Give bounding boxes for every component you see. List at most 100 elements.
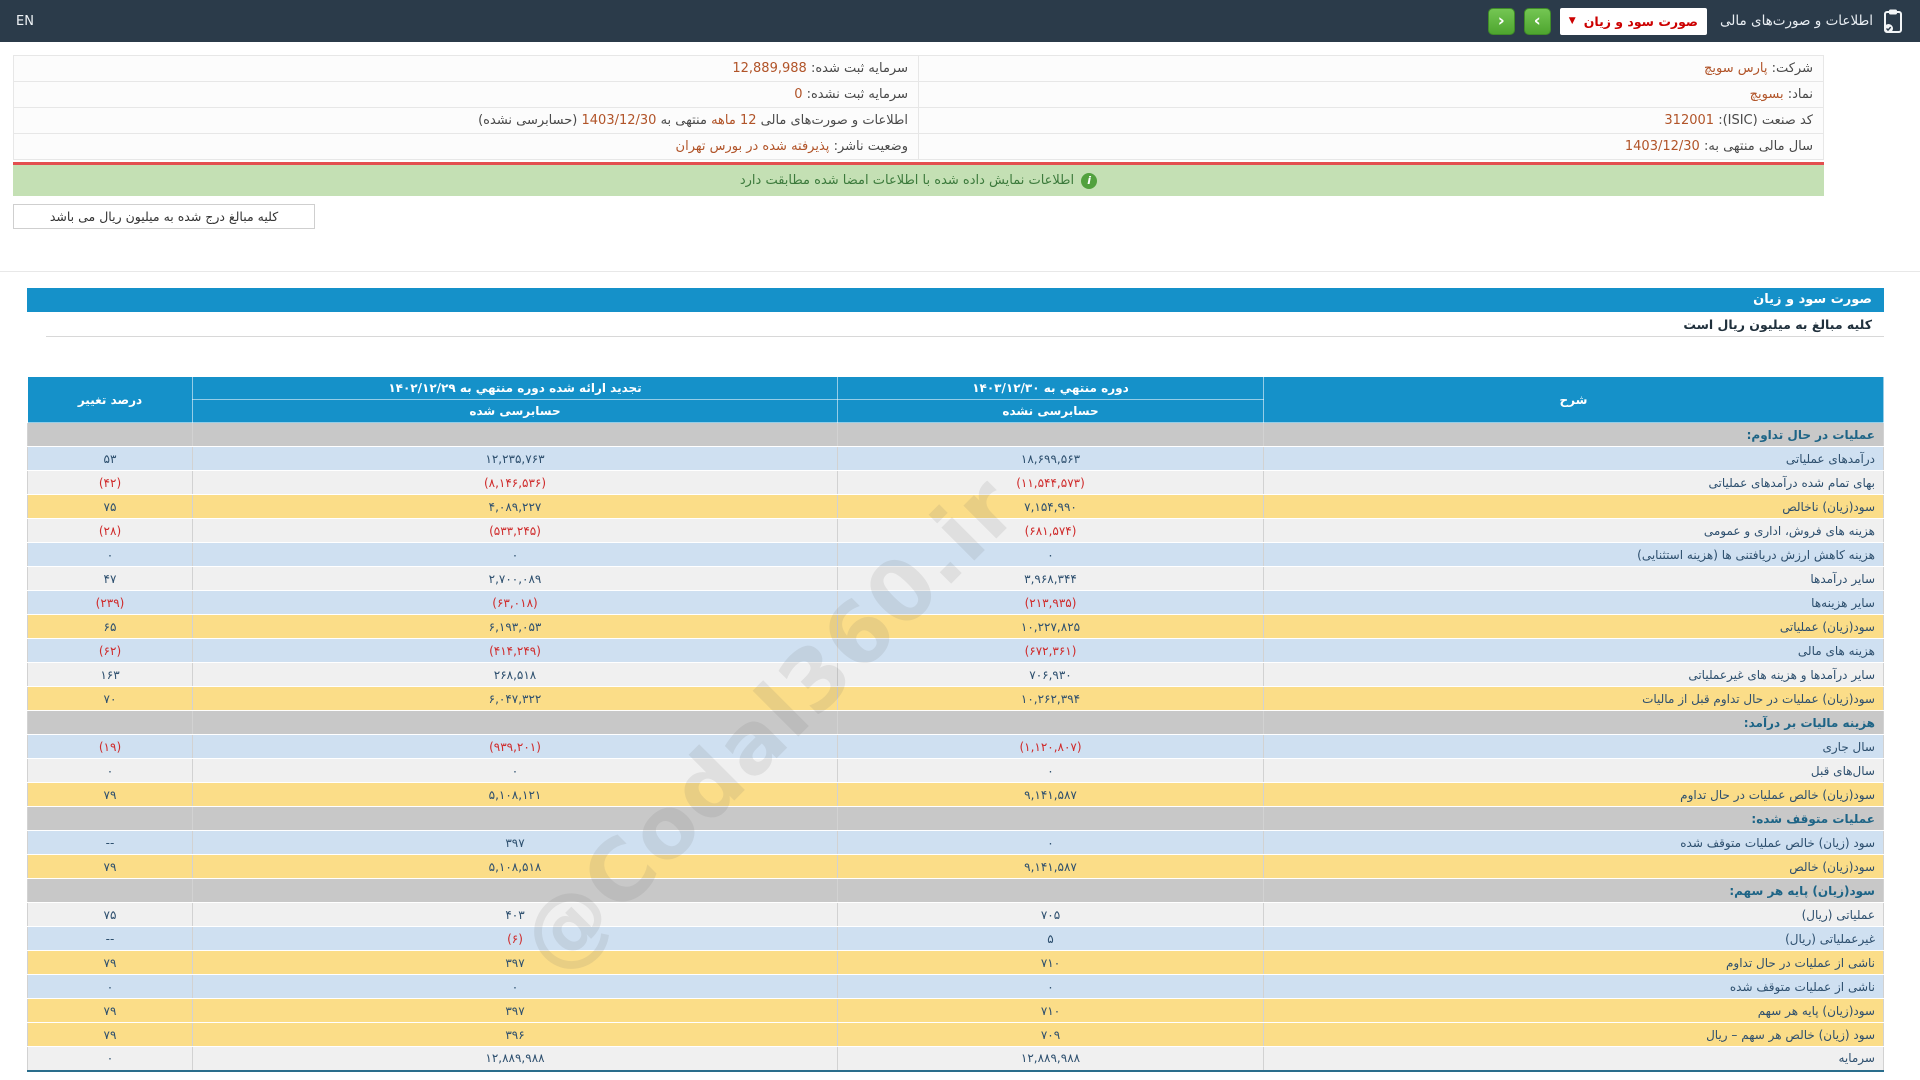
- info-value: 0: [794, 87, 802, 102]
- cell-prior-value: ۴,۰۸۹,۲۲۷: [193, 495, 838, 519]
- table-row: ناشی از عملیات در حال تداوم۷۱۰۳۹۷۷۹: [28, 951, 1884, 975]
- cell-change-percent: ۰: [28, 759, 193, 783]
- signature-notice-text: اطلاعات نمایش داده شده با اطلاعات امضا ش…: [740, 173, 1074, 188]
- table-row: سود (زیان) خالص هر سهم – ریال۷۰۹۳۹۶۷۹: [28, 1023, 1884, 1047]
- company-info-cell: وضعیت ناشر: پذیرفته شده در بورس تهران: [14, 134, 919, 160]
- cell-current-value: (۶۸۱,۵۷۴): [838, 519, 1264, 543]
- cell-change-percent: [28, 423, 193, 447]
- cell-current-value: ۰: [838, 543, 1264, 567]
- prev-statement-button[interactable]: ‹: [1488, 8, 1515, 35]
- cell-change-percent: ۰: [28, 1047, 193, 1071]
- header-prior-status: حسابرسی شده: [193, 400, 838, 423]
- info-label: (حسابرسی نشده): [478, 113, 577, 128]
- cell-change-percent: (۶۲): [28, 639, 193, 663]
- cell-desc: عملیات در حال تداوم:: [1264, 423, 1884, 447]
- info-label: نماد:: [1788, 87, 1813, 102]
- company-info-row: نماد: بسویچسرمایه ثبت نشده: 0: [14, 82, 1824, 108]
- header-current-status: حسابرسی نشده: [838, 400, 1264, 423]
- info-value: بسویچ: [1750, 87, 1784, 102]
- cell-change-percent: [28, 879, 193, 903]
- company-info-row: شرکت: پارس سویچسرمایه ثبت شده: 12,889,98…: [14, 56, 1824, 82]
- cell-change-percent: ۰: [28, 543, 193, 567]
- table-row: سود(زیان) پایه هر سهم۷۱۰۳۹۷۷۹: [28, 999, 1884, 1023]
- info-label: کد صنعت (ISIC):: [1718, 113, 1813, 128]
- info-label: سرمایه ثبت شده:: [811, 61, 908, 76]
- cell-prior-value: ۲,۷۰۰,۰۸۹: [193, 567, 838, 591]
- info-value: 12,889,988: [732, 61, 806, 76]
- cell-current-value: ۷۱۰: [838, 999, 1264, 1023]
- cell-current-value: (۲۱۳,۹۳۵): [838, 591, 1264, 615]
- cell-change-percent: ۷۰: [28, 687, 193, 711]
- cell-change-percent: ۷۹: [28, 783, 193, 807]
- company-info-row: سال مالی منتهی به: 1403/12/30وضعیت ناشر:…: [14, 134, 1824, 160]
- cell-current-value: ۹,۱۴۱,۵۸۷: [838, 855, 1264, 879]
- info-value: 312001: [1664, 113, 1714, 128]
- cell-desc: هزینه مالیات بر درآمد:: [1264, 711, 1884, 735]
- cell-change-percent: ۴۷: [28, 567, 193, 591]
- cell-change-percent: ۷۹: [28, 999, 193, 1023]
- next-statement-button[interactable]: ›: [1524, 8, 1551, 35]
- table-row: سایر درآمدها و هزینه های غیرعملیاتی۷۰۶,۹…: [28, 663, 1884, 687]
- info-label: اطلاعات و صورت‌های مالی: [761, 113, 908, 128]
- cell-desc: سود(زیان) خالص عملیات در حال تداوم: [1264, 783, 1884, 807]
- table-row: هزینه های مالی(۶۷۲,۳۶۱)(۴۱۴,۲۴۹)(۶۲): [28, 639, 1884, 663]
- table-row: هزینه های فروش، اداری و عمومی(۶۸۱,۵۷۴)(۵…: [28, 519, 1884, 543]
- cell-prior-value: [193, 879, 838, 903]
- cell-change-percent: [28, 711, 193, 735]
- cell-current-value: ۱۸,۶۹۹,۵۶۳: [838, 447, 1264, 471]
- cell-current-value: (۱,۱۲۰,۸۰۷): [838, 735, 1264, 759]
- cell-desc: سایر هزینه‌ها: [1264, 591, 1884, 615]
- company-info-cell: کد صنعت (ISIC): 312001: [919, 108, 1824, 134]
- cell-change-percent: ۰: [28, 975, 193, 999]
- cell-desc: سرمایه: [1264, 1047, 1884, 1071]
- cell-desc: سود (زیان) خالص هر سهم – ریال: [1264, 1023, 1884, 1047]
- statement-type-dropdown[interactable]: صورت سود و زیان ▼: [1560, 8, 1707, 35]
- cell-prior-value: [193, 423, 838, 447]
- cell-current-value: (۱۱,۵۴۴,۵۷۳): [838, 471, 1264, 495]
- cell-prior-value: ۶,۱۹۳,۰۵۳: [193, 615, 838, 639]
- cell-change-percent: (۲۸): [28, 519, 193, 543]
- cell-current-value: (۶۷۲,۳۶۱): [838, 639, 1264, 663]
- cell-desc: عملیات متوقف شده:: [1264, 807, 1884, 831]
- cell-current-value: [838, 711, 1264, 735]
- cell-current-value: ۷,۱۵۴,۹۹۰: [838, 495, 1264, 519]
- cell-prior-value: (۸,۱۴۶,۵۳۶): [193, 471, 838, 495]
- header-prior-period: تجدید ارائه شده دوره منتهي به ۱۴۰۲/۱۲/۲۹: [193, 377, 838, 400]
- cell-current-value: ۰: [838, 975, 1264, 999]
- info-value: 1403/12/30: [1625, 139, 1700, 154]
- table-row: درآمدهای عملیاتی۱۸,۶۹۹,۵۶۳۱۲,۲۳۵,۷۶۳۵۳: [28, 447, 1884, 471]
- table-row: سود(زیان) خالص۹,۱۴۱,۵۸۷۵,۱۰۸,۵۱۸۷۹: [28, 855, 1884, 879]
- company-info-cell: سرمایه ثبت شده: 12,889,988: [14, 56, 919, 82]
- header-desc: شرح: [1264, 377, 1884, 423]
- cell-change-percent: ۶۵: [28, 615, 193, 639]
- table-row: سال‌های قبل۰۰۰: [28, 759, 1884, 783]
- cell-current-value: ۷۰۵: [838, 903, 1264, 927]
- cell-prior-value: ۳۹۷: [193, 999, 838, 1023]
- cell-current-value: ۷۰۶,۹۳۰: [838, 663, 1264, 687]
- cell-current-value: ۵: [838, 927, 1264, 951]
- cell-current-value: ۰: [838, 831, 1264, 855]
- cell-current-value: ۱۰,۲۶۲,۳۹۴: [838, 687, 1264, 711]
- cell-prior-value: ۰: [193, 543, 838, 567]
- topbar-title: اطلاعات و صورت‌های مالی: [1720, 13, 1873, 29]
- table-row: هزینه کاهش ارزش دریافتنی ها (هزینه استثن…: [28, 543, 1884, 567]
- income-statement-table: شرح دوره منتهي به ۱۴۰۳/۱۲/۳۰ تجدید ارائه…: [27, 376, 1884, 1072]
- language-toggle-link[interactable]: EN: [16, 14, 34, 29]
- cell-prior-value: ۳۹۷: [193, 831, 838, 855]
- table-row: بهای تمام شده درآمدهای عملیاتی(۱۱,۵۴۴,۵۷…: [28, 471, 1884, 495]
- cell-prior-value: ۰: [193, 759, 838, 783]
- cell-change-percent: ۱۶۳: [28, 663, 193, 687]
- cell-prior-value: ۶,۰۴۷,۳۲۲: [193, 687, 838, 711]
- cell-prior-value: (۵۳۳,۲۴۵): [193, 519, 838, 543]
- section-row: عملیات در حال تداوم:: [28, 423, 1884, 447]
- cell-desc: درآمدهای عملیاتی: [1264, 447, 1884, 471]
- company-info-table: شرکت: پارس سویچسرمایه ثبت شده: 12,889,98…: [13, 55, 1824, 160]
- table-row: سود(زیان) خالص عملیات در حال تداوم۹,۱۴۱,…: [28, 783, 1884, 807]
- cell-desc: بهای تمام شده درآمدهای عملیاتی: [1264, 471, 1884, 495]
- cell-current-value: [838, 879, 1264, 903]
- cell-current-value: [838, 423, 1264, 447]
- cell-current-value: ۱۰,۲۲۷,۸۲۵: [838, 615, 1264, 639]
- cell-change-percent: --: [28, 927, 193, 951]
- cell-desc: سال جاری: [1264, 735, 1884, 759]
- table-row: سود(زیان) ناخالص۷,۱۵۴,۹۹۰۴,۰۸۹,۲۲۷۷۵: [28, 495, 1884, 519]
